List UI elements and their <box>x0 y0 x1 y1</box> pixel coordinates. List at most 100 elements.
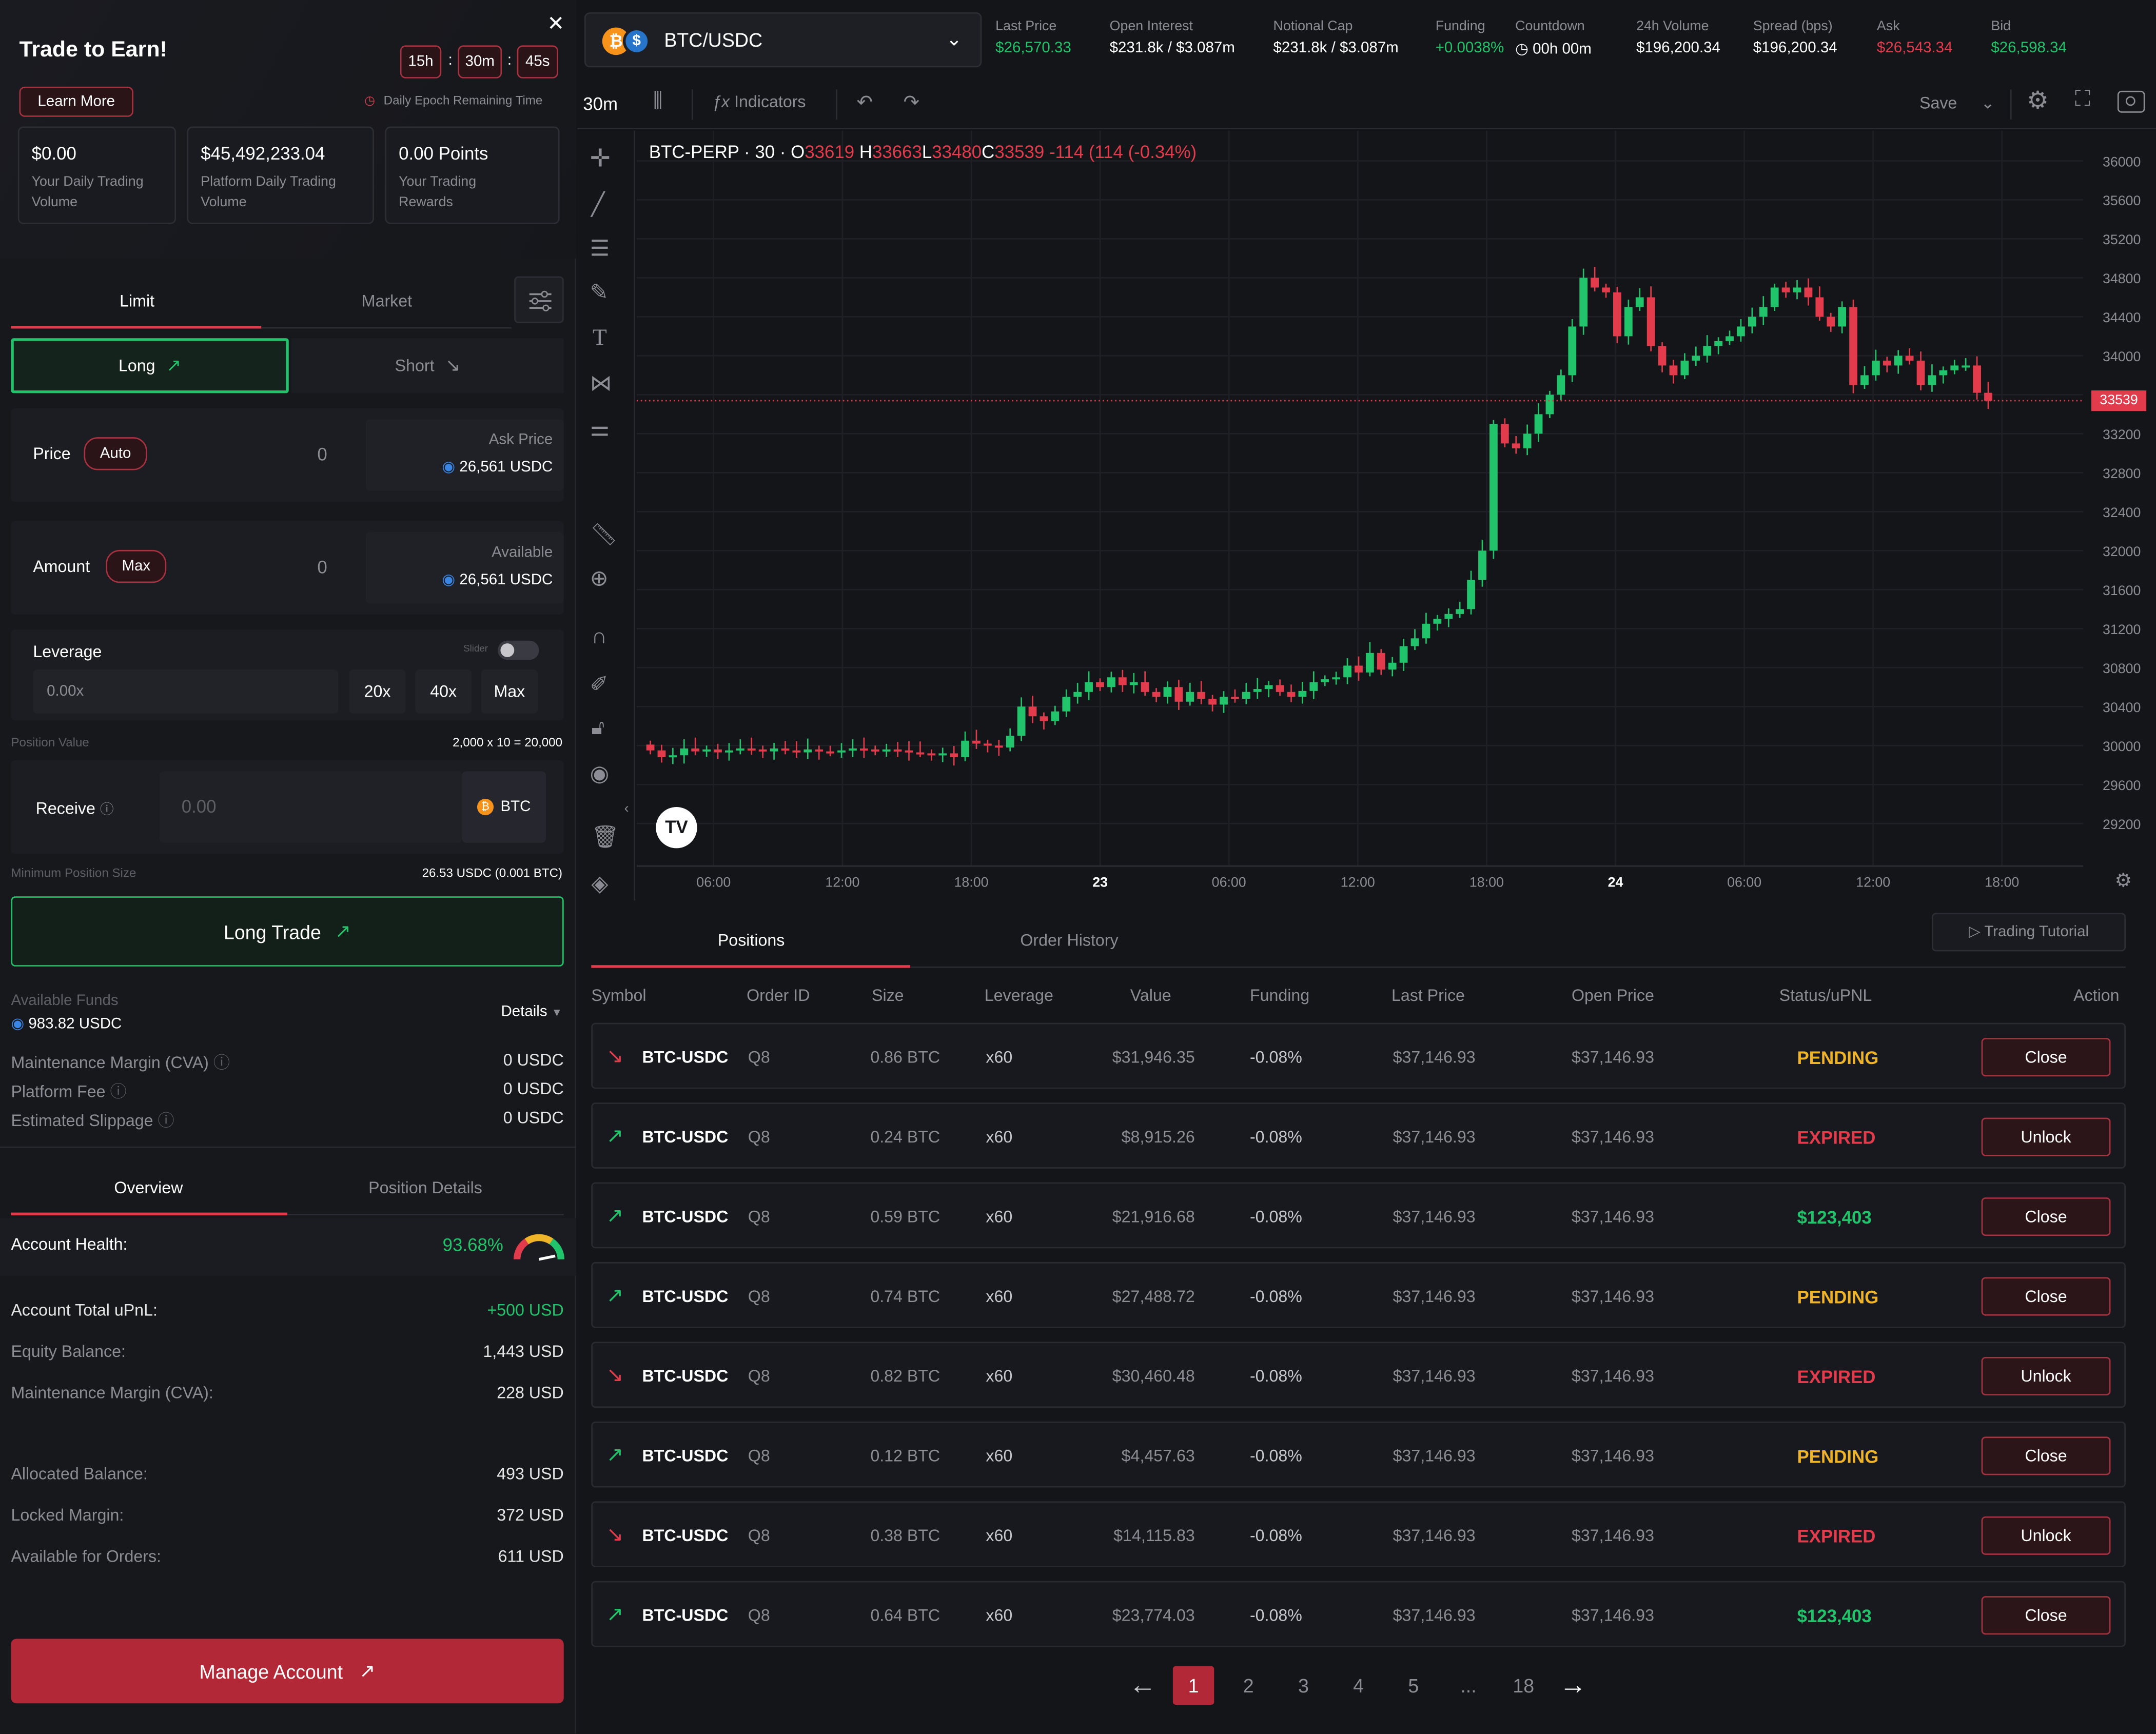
save-button[interactable]: Save ⌄ <box>1919 93 1995 113</box>
leverage-20x-button[interactable]: 20x <box>349 669 406 714</box>
page-button[interactable]: 2 <box>1228 1666 1269 1705</box>
details-toggle[interactable]: Details ▼ <box>501 1003 562 1020</box>
candlestick-chart[interactable]: 3600035600352003480034400340003360033200… <box>636 130 2156 903</box>
stat-ask: Ask $26,543.34 <box>1876 19 1953 56</box>
chart-settings-icon[interactable]: ⚙ <box>2115 869 2132 893</box>
learn-more-button[interactable]: Learn More <box>19 86 133 117</box>
open-cell: $37,146.93 <box>1572 1287 1654 1306</box>
y-tick-label: 31200 <box>2103 622 2141 637</box>
layers-icon[interactable]: ◈ <box>591 870 608 898</box>
price-auto-button[interactable]: Auto <box>84 437 147 470</box>
redo-icon[interactable]: ↷ <box>904 91 919 114</box>
tab-overview[interactable]: Overview <box>114 1178 183 1198</box>
page-button[interactable]: 1 <box>1172 1666 1214 1705</box>
tab-market[interactable]: Market <box>362 291 412 311</box>
close-position-button[interactable]: Close <box>1981 1596 2111 1635</box>
leverage-input[interactable]: 0.00x <box>33 669 339 714</box>
candle-body <box>1737 326 1745 337</box>
fee-row: Maintenance Margin (CVA) ⓘ 0 USDC <box>11 1050 564 1073</box>
indicators-button[interactable]: ƒx Indicators <box>712 92 806 112</box>
last-cell: $37,146.93 <box>1393 1287 1476 1306</box>
pattern-icon[interactable]: ⋈ <box>590 370 612 398</box>
candle-body <box>1197 692 1206 699</box>
close-position-button[interactable]: Close <box>1981 1197 2111 1236</box>
tab-limit[interactable]: Limit <box>120 291 154 311</box>
page-button[interactable]: 3 <box>1283 1666 1324 1705</box>
min-size-value: 26.53 USDC (0.001 BTC) <box>422 866 563 880</box>
candle-body <box>815 749 824 752</box>
long-trade-button[interactable]: Long Trade ↗ <box>11 896 564 967</box>
trash-icon[interactable]: 🗑︎ <box>591 823 619 851</box>
candle-body <box>1591 278 1599 288</box>
eye-icon[interactable]: ◉ <box>590 760 609 788</box>
text-icon[interactable]: T <box>593 324 607 352</box>
tab-positions[interactable]: Positions <box>718 931 785 950</box>
zoom-in-icon[interactable]: ⊕ <box>590 565 609 593</box>
candle-body <box>1467 580 1475 609</box>
amount-max-button[interactable]: Max <box>106 549 167 583</box>
prev-page-icon[interactable]: ← <box>1122 1666 1163 1705</box>
symbol-cell: BTC-USDC <box>642 1048 729 1067</box>
account-row: Available for Orders: 611 USD <box>11 1546 564 1566</box>
chart-toolbar: 30m ⫼ ƒx Indicators ↶ ↷ Save ⌄ ⚙ ⛶ <box>577 80 2156 129</box>
candle-body <box>1433 619 1442 624</box>
funding-cell: -0.08% <box>1249 1287 1302 1306</box>
candle-body <box>1028 706 1037 717</box>
trend-up-icon: ↗ <box>166 354 182 376</box>
forecast-icon[interactable]: ⚌ <box>590 415 610 443</box>
short-toggle[interactable]: Short ↘ <box>291 338 564 393</box>
unlock-position-button[interactable]: Unlock <box>1981 1516 2111 1555</box>
y-tick-label: 35600 <box>2103 193 2141 208</box>
tab-position-details[interactable]: Position Details <box>368 1178 482 1198</box>
close-position-button[interactable]: Close <box>1981 1038 2111 1077</box>
collapse-toolbar-icon[interactable]: ‹ <box>624 801 629 816</box>
page-button[interactable]: 5 <box>1393 1666 1434 1705</box>
page-button[interactable]: 18 <box>1503 1666 1544 1705</box>
candle-type-icon[interactable]: ⫼ <box>653 89 663 113</box>
lock-icon[interactable]: 🔓︎ <box>591 716 604 740</box>
close-icon[interactable]: ✕ <box>547 11 565 36</box>
receive-input[interactable]: 0.00 <box>159 771 462 843</box>
open-cell: $37,146.93 <box>1572 1048 1654 1067</box>
manage-account-button[interactable]: Manage Account ↗ <box>11 1639 564 1704</box>
slider-toggle[interactable] <box>498 640 539 660</box>
price-input[interactable]: 0 <box>259 444 327 465</box>
candle-body <box>1703 346 1712 356</box>
stat-bid: Bid $26,598.34 <box>1991 19 2067 56</box>
y-tick-label: 30800 <box>2103 661 2141 676</box>
horizontal-lines-icon[interactable]: ☰ <box>590 235 610 263</box>
trading-tutorial-button[interactable]: ▷ Trading Tutorial <box>1932 913 2126 952</box>
trend-line-icon[interactable]: ╱ <box>591 191 604 219</box>
close-position-button[interactable]: Close <box>1981 1277 2111 1316</box>
gear-icon[interactable]: ⚙ <box>2027 87 2049 115</box>
unlock-position-button[interactable]: Unlock <box>1981 1117 2111 1156</box>
ruler-icon[interactable]: 📏︎ <box>590 521 618 549</box>
close-position-button[interactable]: Close <box>1981 1436 2111 1475</box>
candle-body <box>1759 307 1768 317</box>
camera-icon[interactable] <box>2117 90 2145 113</box>
next-page-icon[interactable]: → <box>1552 1666 1593 1705</box>
unlock-position-button[interactable]: Unlock <box>1981 1356 2111 1395</box>
order-settings-button[interactable] <box>514 276 564 323</box>
candle-body <box>1658 346 1667 366</box>
pair-selector[interactable]: ₿ $ BTC/USDC ⌄ <box>584 12 982 68</box>
brush-icon[interactable]: ✎ <box>590 279 609 307</box>
leverage-max-button[interactable]: Max <box>481 669 538 714</box>
amount-input[interactable]: 0 <box>259 557 327 577</box>
crosshair-icon[interactable]: ✛ <box>590 144 611 173</box>
page-button[interactable]: 4 <box>1338 1666 1379 1705</box>
toolbar-divider <box>2010 89 2012 120</box>
price-chart[interactable]: 3600035600352003480034400340003360033200… <box>636 130 2156 903</box>
leverage-40x-button[interactable]: 40x <box>415 669 472 714</box>
fullscreen-icon[interactable]: ⛶ <box>2075 88 2090 113</box>
candle-body <box>1073 692 1082 697</box>
position-value: 2,000 x 10 = 20,000 <box>453 735 563 750</box>
long-toggle[interactable]: Long ↗ <box>11 338 289 393</box>
candle-body <box>1242 692 1250 699</box>
interval-button[interactable]: 30m <box>583 93 618 114</box>
pencil-lock-icon[interactable]: ✐ <box>590 671 609 699</box>
tab-order-history[interactable]: Order History <box>1020 931 1118 950</box>
magnet-icon[interactable]: ∩ <box>591 625 607 650</box>
receive-token-select[interactable]: ₿ BTC <box>462 771 546 843</box>
undo-icon[interactable]: ↶ <box>857 91 873 114</box>
